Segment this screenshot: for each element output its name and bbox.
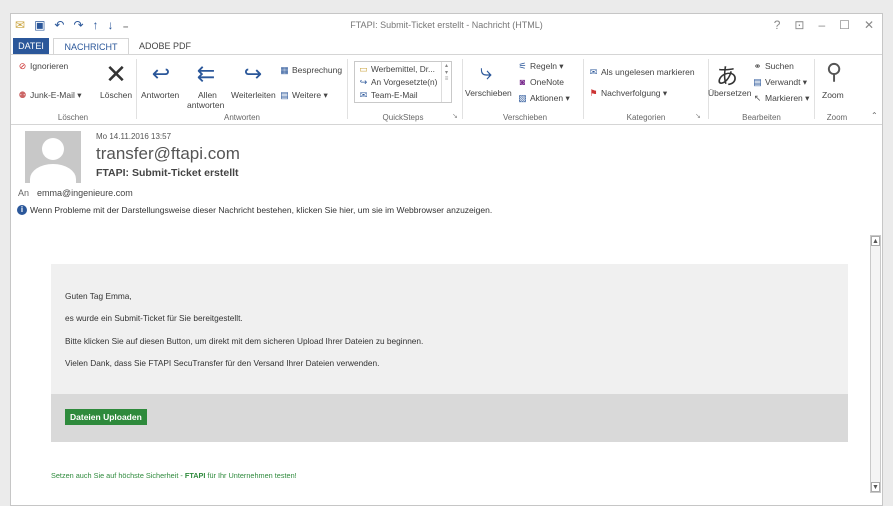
infobar[interactable]: i Wenn Probleme mit der Darstellungsweis…: [17, 205, 492, 215]
more-icon: ▤: [280, 90, 289, 100]
group-label-loeschen: Löschen: [57, 113, 89, 122]
translate-icon[interactable]: あ: [712, 59, 742, 91]
related-icon: ▤: [753, 77, 762, 87]
quickstep-item[interactable]: ↪ An Vorgesetzte(n): [358, 77, 438, 88]
actions-icon: ▧: [518, 93, 527, 103]
group-label-zoom: Zoom: [826, 113, 848, 122]
reply-button[interactable]: Antworten: [141, 90, 179, 100]
follow-up-button[interactable]: ⚑ Nachverfolgung ▾: [588, 88, 667, 99]
group-label-verschieben: Verschieben: [502, 113, 548, 122]
folder-icon: ▭: [359, 64, 368, 74]
zoom-icon[interactable]: ⚲: [819, 59, 849, 85]
onenote-button[interactable]: ◙ OneNote: [517, 77, 564, 87]
group-label-antworten: Antworten: [223, 113, 261, 122]
actions-button[interactable]: ▧ Aktionen ▾: [517, 93, 569, 104]
tab-adobe-pdf[interactable]: ADOBE PDF: [135, 38, 195, 54]
recipient-address[interactable]: emma@ingenieure.com: [37, 188, 133, 198]
ribbon-tabs: DATEI NACHRICHT ADOBE PDF: [11, 38, 882, 55]
move-button[interactable]: Verschieben: [465, 88, 512, 98]
forward-small-icon: ↪: [359, 77, 368, 87]
group-separator: [347, 59, 348, 119]
meeting-button[interactable]: ▦ Besprechung: [279, 65, 342, 76]
select-button[interactable]: ↖ Markieren ▾: [752, 93, 810, 104]
email-icon: ✉: [359, 90, 368, 100]
calendar-icon: ▦: [280, 65, 289, 75]
collapse-ribbon-icon[interactable]: ⌃: [871, 111, 878, 120]
body-line-1: es wurde ein Submit-Ticket für Sie berei…: [65, 313, 243, 323]
tab-nachricht[interactable]: NACHRICHT: [53, 38, 129, 55]
forward-button[interactable]: Weiterleiten: [231, 90, 276, 100]
message-subject: FTAPI: Submit-Ticket erstellt: [96, 167, 239, 179]
body-line-3: Vielen Dank, dass Sie FTAPI SecuTransfer…: [65, 358, 380, 368]
quickstep-item[interactable]: ✉ Team-E-Mail: [358, 90, 418, 101]
group-separator: [462, 59, 463, 119]
scroll-down-arrow-icon[interactable]: ▼: [871, 482, 880, 492]
button-band: Dateien Uploaden: [51, 394, 848, 442]
translate-button[interactable]: Übersetzen: [708, 88, 751, 98]
more-reply-button[interactable]: ▤ Weitere ▾: [279, 90, 328, 101]
move-icon[interactable]: ⤷: [471, 59, 501, 85]
onenote-icon: ◙: [519, 77, 526, 87]
sender-address[interactable]: transfer@ftapi.com: [96, 144, 240, 164]
quicksteps-gallery: ▭ Werbemittel, Dr... ↪ An Vorgesetzte(n) ✉…: [354, 61, 452, 103]
tab-datei[interactable]: DATEI: [13, 38, 49, 54]
upload-files-button[interactable]: Dateien Uploaden: [65, 409, 147, 425]
binoculars-icon: ⚭: [753, 61, 762, 71]
cursor-icon: ↖: [753, 93, 762, 103]
group-label-quicksteps: QuickSteps: [382, 113, 424, 122]
group-separator: [136, 59, 137, 119]
quicksteps-scroll[interactable]: ▴ ▾ ≡: [441, 62, 451, 102]
scroll-up-arrow-icon[interactable]: ▲: [871, 236, 880, 246]
mark-unread-button[interactable]: ✉ Als ungelesen markieren: [588, 67, 695, 78]
maximize-button[interactable]: ☐: [839, 18, 850, 32]
zoom-button[interactable]: Zoom: [822, 90, 844, 100]
body-greeting: Guten Tag Emma,: [65, 291, 132, 301]
group-label-bearbeiten: Bearbeiten: [742, 113, 781, 122]
reply-all-button[interactable]: Allen: [198, 90, 217, 100]
quickstep-item[interactable]: ▭ Werbemittel, Dr...: [358, 64, 435, 75]
title-bar: ✉ ▣ ↶ ↷ ↑ ↓ ₌ FTAPI: Submit-Ticket erste…: [11, 14, 882, 38]
message-date: Mo 14.11.2016 13:57: [96, 132, 172, 141]
message-window: ✉ ▣ ↶ ↷ ↑ ↓ ₌ FTAPI: Submit-Ticket erste…: [10, 13, 883, 506]
reply-all-icon[interactable]: ⇇: [191, 61, 221, 87]
to-label: An: [18, 188, 30, 198]
rules-icon: ⚟: [518, 61, 527, 71]
ribbon-display-button[interactable]: ⊡: [794, 18, 804, 32]
envelope-icon: ✉: [589, 67, 598, 77]
ignore-button[interactable]: ⊘ Ignorieren: [17, 61, 69, 72]
dialog-launcher-icon[interactable]: ↘: [452, 112, 458, 120]
minimize-button[interactable]: –: [818, 18, 825, 32]
dialog-launcher-icon[interactable]: ↘: [695, 112, 701, 120]
related-button[interactable]: ▤ Verwandt ▾: [752, 77, 807, 88]
flag-icon: ⚑: [589, 88, 598, 98]
close-button[interactable]: ✕: [864, 18, 874, 32]
body-line-2: Bitte klicken Sie auf diesen Button, um …: [65, 336, 424, 346]
delete-button[interactable]: Löschen: [100, 90, 132, 100]
email-body-panel: Guten Tag Emma, es wurde ein Submit-Tick…: [51, 264, 848, 442]
vertical-scrollbar[interactable]: ▲ ▼: [870, 235, 881, 493]
reply-icon[interactable]: ↩: [146, 61, 176, 87]
ignore-icon: ⊘: [18, 61, 27, 71]
junk-icon: ⚉: [18, 90, 27, 100]
group-label-kategorien: Kategorien: [626, 113, 666, 122]
group-separator: [583, 59, 584, 119]
avatar: [25, 131, 81, 183]
find-button[interactable]: ⚭ Suchen: [752, 61, 794, 72]
recipient-row: An emma@ingenieure.com: [18, 188, 133, 198]
footer-promo-link[interactable]: Setzen auch Sie auf höchste Sicherheit -…: [51, 471, 297, 480]
junk-mail-button[interactable]: ⚉ Junk-E-Mail ▾: [17, 90, 81, 101]
delete-icon[interactable]: ✕: [101, 59, 131, 90]
info-icon: i: [17, 205, 27, 215]
reply-all-label-2: antworten: [187, 100, 225, 110]
help-button[interactable]: ?: [774, 18, 781, 32]
window-title: FTAPI: Submit-Ticket erstellt - Nachrich…: [350, 20, 543, 30]
rules-button[interactable]: ⚟ Regeln ▾: [517, 61, 563, 72]
group-separator: [814, 59, 815, 119]
ribbon: ⊘ Ignorieren ⚉ Junk-E-Mail ▾ ✕ Löschen Lös…: [11, 54, 882, 125]
window-controls: ? ⊡ – ☐ ✕: [774, 18, 874, 32]
infobar-text: Wenn Probleme mit der Darstellungsweise …: [30, 205, 493, 215]
forward-icon[interactable]: ↪: [238, 61, 268, 87]
